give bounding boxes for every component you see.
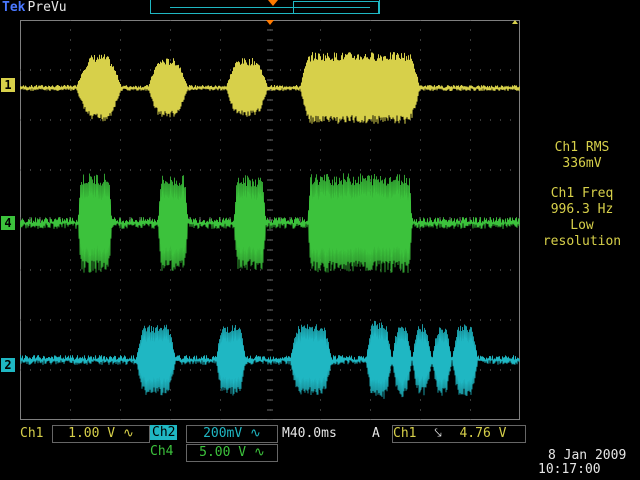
trigger-position-icon[interactable] <box>268 0 278 6</box>
ch4-scale: 5.00 V <box>199 445 247 460</box>
bottom-readout-bar: Ch1 1.00 V ∿ Ch2 200mV ∿ M40.0ms A Ch1 ⤥… <box>0 422 640 480</box>
acquisition-mode: PreVu <box>27 0 67 15</box>
ch2-trace <box>20 320 520 399</box>
brand-logo: Tek <box>2 0 26 15</box>
ch2-coupling-icon: ∿ <box>250 426 261 441</box>
ch1-ground-marker[interactable]: 1 <box>1 78 15 92</box>
trigger-slope-icon: ⤥ <box>434 426 442 441</box>
freq-measurement: Ch1 Freq 996.3 Hz Low resolution <box>526 186 638 250</box>
freq-note-line2: resolution <box>542 234 622 249</box>
date-readout: 8 Jan 2009 <box>548 448 627 463</box>
ch4-label[interactable]: Ch4 <box>150 444 173 459</box>
rms-measurement: Ch1 RMS 336mV <box>526 140 638 172</box>
rms-value: 336mV <box>562 156 602 171</box>
trigger-level: 4.76 V <box>459 426 507 441</box>
top-status-bar: Tek PreVu <box>0 0 640 18</box>
ch1-trace <box>20 52 520 124</box>
ch2-label[interactable]: Ch2 <box>150 425 178 440</box>
rms-title: Ch1 RMS <box>554 140 610 155</box>
ch4-trace <box>20 173 520 273</box>
trigger-source: Ch1 <box>393 426 417 441</box>
ch1-scale: 1.00 V <box>68 426 116 441</box>
ch4-scale-readout[interactable]: 5.00 V ∿ <box>186 444 278 462</box>
trigger-time-icon <box>266 20 274 25</box>
freq-note-line1: Low <box>570 218 594 233</box>
ch1-label[interactable]: Ch1 <box>20 426 43 441</box>
timebase-readout[interactable]: M40.0ms <box>282 426 337 441</box>
ch1-coupling-icon: ∿ <box>122 426 134 441</box>
record-window-box[interactable] <box>293 1 379 14</box>
trigger-mode: A <box>372 426 380 441</box>
freq-value: 996.3 Hz <box>550 202 614 217</box>
trigger-readout[interactable]: Ch1 ⤥ 4.76 V <box>392 425 526 443</box>
ch2-scale: 200mV <box>203 426 243 441</box>
freq-title: Ch1 Freq <box>550 186 614 201</box>
ch1-scale-readout[interactable]: 1.00 V ∿ <box>52 425 150 443</box>
ch4-coupling-icon: ∿ <box>253 445 265 460</box>
scope-display <box>20 20 520 420</box>
clock-readout: 10:17:00 <box>538 462 601 477</box>
ch2-scale-readout[interactable]: 200mV ∿ <box>186 425 278 443</box>
ch4-ground-marker[interactable]: 4 <box>1 216 15 230</box>
measurement-panel: Ch1 RMS 336mV Ch1 Freq 996.3 Hz Low reso… <box>526 140 638 264</box>
ch2-ground-marker[interactable]: 2 <box>1 358 15 372</box>
brand-title: Tek PreVu <box>2 0 67 15</box>
waveform-graticule[interactable] <box>20 20 520 420</box>
